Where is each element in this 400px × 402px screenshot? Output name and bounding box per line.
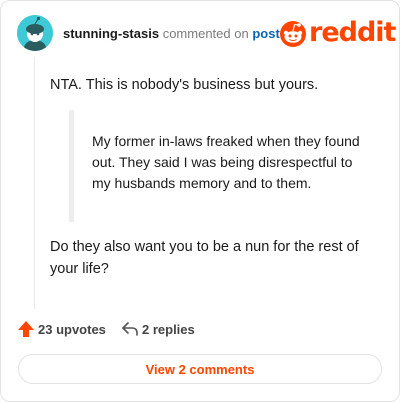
reply-arrow-icon[interactable] <box>121 321 139 337</box>
view-comments-button[interactable]: View 2 comments <box>18 354 382 384</box>
reddit-logo[interactable]: reddit <box>279 17 396 49</box>
snoo-avatar-icon[interactable] <box>17 15 53 51</box>
post-link[interactable]: post <box>252 26 279 41</box>
username[interactable]: stunning-stasis <box>63 26 159 41</box>
action-text: commented on <box>162 26 249 41</box>
upvote-arrow-icon[interactable] <box>17 320 35 338</box>
reply-count[interactable]: 2 replies <box>142 322 195 337</box>
comment-header: stunning-stasis commented on post reddit <box>17 15 396 51</box>
upvote-count[interactable]: 23 upvotes <box>38 322 106 337</box>
reddit-alien-icon <box>280 21 306 47</box>
comment-card: stunning-stasis commented on post reddit… <box>0 0 400 402</box>
comment-text: NTA. This is nobody's business but yours… <box>50 77 319 93</box>
reddit-wordmark: reddit <box>309 17 396 48</box>
quote-text: My former in-laws freaked when they foun… <box>92 133 360 191</box>
comment-footer: 23 upvotes 2 replies <box>17 319 317 341</box>
quote-block: My former in-laws freaked when they foun… <box>69 110 374 222</box>
comment-text-2: Do they also want you to be a nun for th… <box>50 239 359 277</box>
thread-line <box>34 57 35 309</box>
comment-meta: stunning-stasis commented on post <box>63 26 280 41</box>
